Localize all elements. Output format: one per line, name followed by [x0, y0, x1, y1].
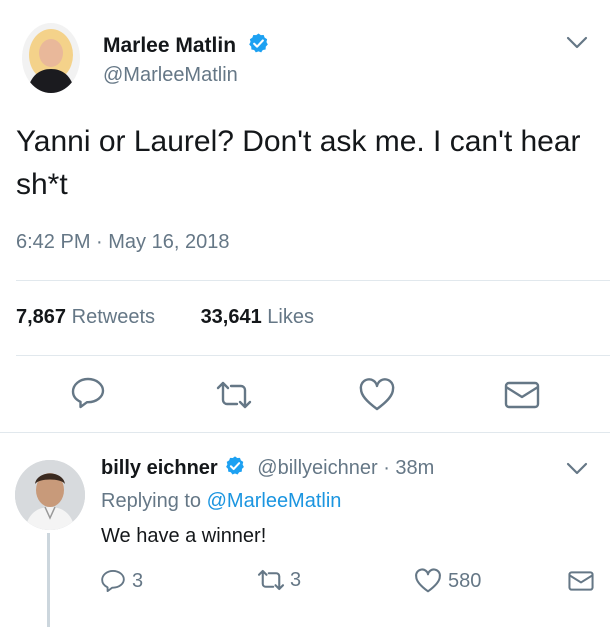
- heart-icon: [414, 568, 442, 594]
- retweet-action[interactable]: 3: [256, 568, 301, 592]
- author-name[interactable]: Marlee Matlin: [103, 34, 236, 57]
- author-handle[interactable]: @MarleeMatlin: [103, 64, 238, 87]
- section-divider: [0, 432, 610, 433]
- reply-time: · 38m: [383, 457, 435, 479]
- divider: [16, 280, 610, 281]
- tweet-timestamp[interactable]: 6:42 PM · May 16, 2018: [16, 231, 229, 254]
- retweet-icon: [256, 568, 286, 592]
- replying-to-link[interactable]: @MarleeMatlin: [207, 490, 342, 512]
- reply-header: billy eichner @billyeichner · 38m: [101, 455, 434, 480]
- likes-count: 33,641: [200, 306, 262, 328]
- reply-icon[interactable]: [70, 376, 106, 410]
- avatar[interactable]: [22, 23, 80, 93]
- retweets-label: Retweets: [71, 306, 155, 328]
- retweet-icon[interactable]: [214, 380, 254, 410]
- verified-badge-icon: [224, 455, 246, 477]
- retweet-count: 3: [290, 568, 302, 591]
- reply-author-name[interactable]: billy eichner: [101, 457, 218, 479]
- heart-icon[interactable]: [358, 378, 396, 412]
- tweet-stats: 7,867 Retweets 33,641 Likes: [16, 306, 314, 329]
- likes-stat[interactable]: 33,641 Likes: [201, 306, 314, 328]
- reply-action[interactable]: 3: [100, 568, 143, 594]
- chevron-down-icon[interactable]: [566, 36, 588, 50]
- retweets-count: 7,867: [16, 306, 67, 328]
- like-action[interactable]: 580: [414, 568, 481, 594]
- verified-badge-icon: [247, 32, 270, 55]
- mail-icon[interactable]: [504, 380, 540, 410]
- likes-label: Likes: [267, 306, 314, 328]
- replying-to: Replying to @MarleeMatlin: [101, 490, 341, 513]
- retweets-stat[interactable]: 7,867 Retweets: [16, 306, 161, 328]
- like-count: 580: [448, 569, 482, 592]
- chevron-down-icon[interactable]: [566, 462, 588, 476]
- divider: [16, 355, 610, 356]
- mail-icon[interactable]: [568, 570, 594, 592]
- replying-prefix: Replying to: [101, 490, 202, 512]
- tweet-text: Yanni or Laurel? Don't ask me. I can't h…: [16, 125, 581, 201]
- thread-line: [47, 533, 50, 627]
- reply-icon: [100, 568, 126, 594]
- reply-text: We have a winner!: [101, 525, 267, 547]
- reply-avatar[interactable]: [15, 460, 85, 530]
- reply-count: 3: [132, 569, 144, 592]
- author-info: Marlee Matlin: [103, 32, 270, 58]
- reply-author-handle[interactable]: @billyeichner: [257, 457, 377, 479]
